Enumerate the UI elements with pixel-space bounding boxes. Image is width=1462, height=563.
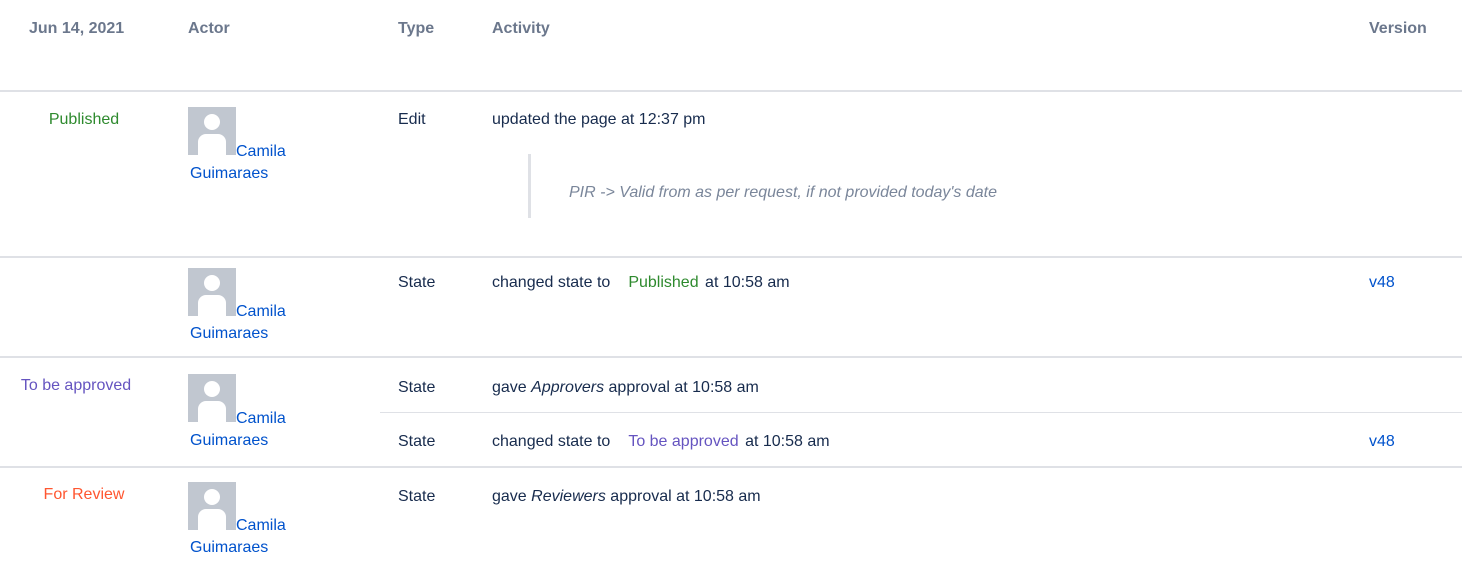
column-header-activity: Activity <box>492 20 550 37</box>
entry-type: State <box>398 379 436 396</box>
activity-prefix: changed state to <box>492 274 611 291</box>
entry-activity: changed state to Published at 10:58 am <box>492 272 790 294</box>
entry-type: Edit <box>398 111 426 128</box>
actor-link[interactable]: Camila Guimaraes <box>190 141 310 185</box>
header-divider <box>0 90 1462 92</box>
column-header-date: Jun 14, 2021 <box>29 20 125 37</box>
sub-row-divider <box>380 412 1462 413</box>
row-divider <box>0 466 1462 468</box>
version-link[interactable]: v48 <box>1369 272 1395 294</box>
entry-activity: changed state to To be approved at 10:58 … <box>492 431 830 453</box>
row-divider <box>0 356 1462 358</box>
entry-type: State <box>398 488 436 505</box>
approver-group: Approvers <box>531 379 605 396</box>
actor-link[interactable]: Camila Guimaraes <box>190 515 310 559</box>
column-header-type: Type <box>398 20 435 37</box>
entry-type: State <box>398 274 436 291</box>
actor-link[interactable]: Camila Guimaraes <box>190 301 310 345</box>
entry-activity: gave Reviewers approval at 10:58 am <box>492 488 761 505</box>
column-header-actor: Actor <box>188 20 230 37</box>
state-label-published: Published <box>48 111 120 128</box>
reviewer-group: Reviewers <box>531 488 606 505</box>
state-label-for-review: For Review <box>43 486 125 503</box>
version-link[interactable]: v48 <box>1369 431 1395 453</box>
state-label-to-be-approved: To be approved <box>20 377 132 394</box>
column-header-version: Version <box>1369 20 1427 37</box>
activity-suffix: at 10:58 am <box>705 274 790 291</box>
activity-state-published: Published <box>628 274 699 291</box>
entry-activity: updated the page at 12:37 pm <box>492 111 706 128</box>
activity-state-to-be-approved: To be approved <box>628 433 739 450</box>
entry-activity: gave Approvers approval at 10:58 am <box>492 379 759 396</box>
edit-comment-quote: PIR -> Valid from as per request, if not… <box>528 154 1228 218</box>
entry-type: State <box>398 433 436 450</box>
row-divider <box>0 256 1462 258</box>
actor-link[interactable]: Camila Guimaraes <box>190 408 310 452</box>
